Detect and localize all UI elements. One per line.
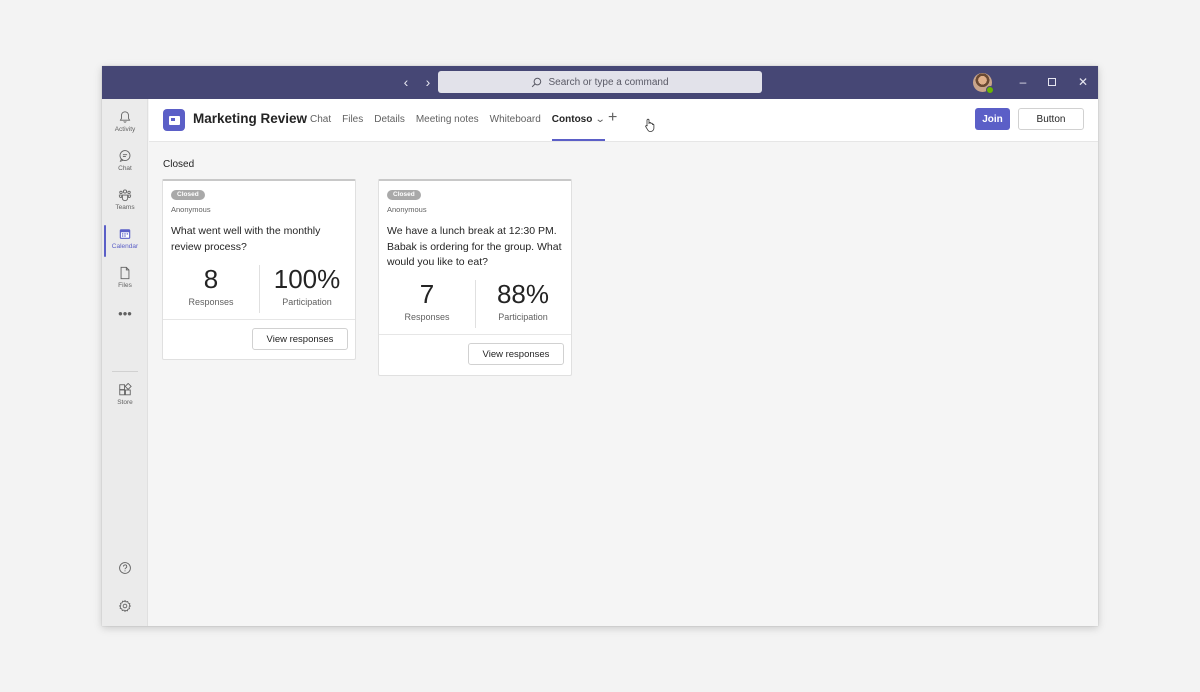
participation-label: Participation xyxy=(282,297,332,307)
card-footer: View responses xyxy=(163,319,355,359)
rail-item-calendar[interactable]: Calendar xyxy=(102,225,148,263)
more-icon: ••• xyxy=(118,306,132,321)
poll-card: Closed Anonymous We have a lunch break a… xyxy=(378,179,572,376)
tab-contoso[interactable]: Contoso ⌄ xyxy=(551,114,606,141)
tab-details[interactable]: Details xyxy=(374,114,405,125)
poll-card: Closed Anonymous What went well with the… xyxy=(162,179,356,360)
tab-files[interactable]: Files xyxy=(342,114,363,125)
rail-divider xyxy=(112,371,138,372)
calendar-icon xyxy=(119,229,131,239)
meeting-title: Marketing Review xyxy=(193,111,308,126)
responses-count: 7 xyxy=(419,279,435,309)
teams-icon xyxy=(118,189,132,202)
responses-count: 8 xyxy=(203,264,219,294)
responses-stat: 7 Responses xyxy=(379,278,475,322)
poll-question: What went well with the monthly review p… xyxy=(171,225,321,253)
anonymity-label: Anonymous xyxy=(171,205,211,214)
tab-chat[interactable]: Chat xyxy=(310,114,331,125)
view-responses-button[interactable]: View responses xyxy=(252,328,348,350)
maximize-icon xyxy=(1048,78,1056,86)
store-icon xyxy=(119,383,132,396)
search-box[interactable]: Search or type a command xyxy=(438,71,762,93)
responses-label: Responses xyxy=(404,312,450,322)
close-button[interactable]: ✕ xyxy=(1076,74,1090,90)
bell-icon xyxy=(119,111,131,123)
participation-stat: 88% Participation xyxy=(475,278,571,322)
settings-button[interactable] xyxy=(102,599,148,626)
rail-item-files[interactable]: Files xyxy=(102,266,148,302)
meeting-header: Marketing Review Chat Files Details Meet… xyxy=(149,99,1098,142)
rail-label: Files xyxy=(118,282,132,289)
poll-stats: 7 Responses 88% Participation xyxy=(379,278,571,330)
status-badge: Closed xyxy=(387,190,421,200)
card-footer: View responses xyxy=(379,334,571,374)
rail-label: Store xyxy=(117,399,133,406)
meeting-tabs: Chat Files Details Meeting notes Whitebo… xyxy=(310,114,606,141)
title-bar: ‹ › Search or type a command – ✕ xyxy=(102,66,1098,99)
rail-item-activity[interactable]: Activity xyxy=(102,110,148,146)
section-label: Closed xyxy=(163,159,195,170)
rail-label: Teams xyxy=(115,204,135,211)
chevron-down-icon: ⌄ xyxy=(595,114,606,125)
rail-label: Activity xyxy=(114,126,136,133)
tab-contoso-label: Contoso xyxy=(551,114,593,125)
help-icon xyxy=(119,562,131,574)
meeting-app-icon xyxy=(163,109,185,131)
tab-meeting-notes[interactable]: Meeting notes xyxy=(416,114,479,125)
responses-stat: 8 Responses xyxy=(163,263,259,307)
add-tab-button[interactable]: + xyxy=(608,109,617,127)
minimize-button[interactable]: – xyxy=(1016,74,1030,90)
search-placeholder: Search or type a command xyxy=(548,76,669,88)
poll-stats: 8 Responses 100% Participation xyxy=(163,263,355,315)
join-button[interactable]: Join xyxy=(975,108,1010,130)
app-rail: Activity Chat Teams Calendar Files ••• S… xyxy=(102,99,148,626)
rail-item-teams[interactable]: Teams xyxy=(102,188,148,224)
back-arrow-icon[interactable]: ‹ xyxy=(400,74,412,90)
forward-arrow-icon[interactable]: › xyxy=(422,74,434,90)
more-apps-button[interactable]: ••• xyxy=(102,306,148,345)
participation-label: Participation xyxy=(498,312,548,322)
maximize-button[interactable] xyxy=(1045,74,1059,90)
secondary-button[interactable]: Button xyxy=(1018,108,1084,130)
status-badge: Closed xyxy=(171,190,205,200)
participation-value: 88% xyxy=(496,279,550,309)
file-icon xyxy=(120,266,130,280)
anonymity-label: Anonymous xyxy=(387,205,427,214)
responses-label: Responses xyxy=(188,297,234,307)
teams-window: ‹ › Search or type a command – ✕ Activit… xyxy=(102,66,1098,626)
rail-item-chat[interactable]: Chat xyxy=(102,149,148,185)
poll-question: We have a lunch break at 12:30 PM. Babak… xyxy=(387,225,562,268)
help-button[interactable] xyxy=(102,561,148,597)
hand-cursor-icon xyxy=(645,118,655,132)
rail-label: Calendar xyxy=(111,243,139,250)
rail-item-store[interactable]: Store xyxy=(102,383,148,419)
user-avatar[interactable] xyxy=(973,73,994,94)
tab-whiteboard[interactable]: Whiteboard xyxy=(490,114,541,125)
presence-available-icon xyxy=(986,86,994,94)
history-nav: ‹ › xyxy=(400,74,434,90)
participation-value: 100% xyxy=(273,264,341,294)
chat-icon xyxy=(119,150,131,162)
view-responses-button[interactable]: View responses xyxy=(468,343,564,365)
search-icon xyxy=(532,77,542,87)
gear-icon xyxy=(118,599,132,613)
participation-stat: 100% Participation xyxy=(259,263,355,307)
rail-label: Chat xyxy=(118,165,132,172)
